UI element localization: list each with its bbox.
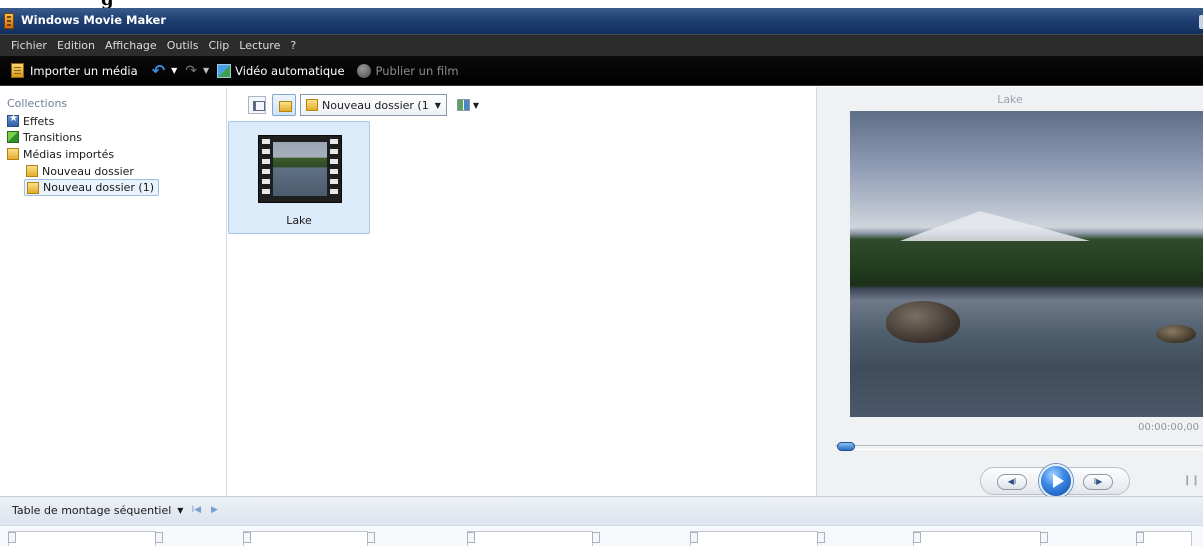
publish-label: Publier un film (375, 63, 459, 78)
menu-clip[interactable]: Clip (208, 39, 229, 52)
folder-select[interactable]: Nouveau dossier (1 ▼ (300, 94, 447, 116)
storyboard-view-selector[interactable]: Table de montage séquentiel (12, 504, 171, 517)
menu-fichier[interactable]: Fichier (11, 39, 47, 52)
play-storyboard-icon[interactable]: ▶ (211, 505, 218, 515)
publish-movie-button[interactable]: Publier un film (345, 63, 459, 78)
tree-item-transitions[interactable]: Transitions (7, 129, 86, 145)
storyboard-slot[interactable] (1136, 531, 1192, 546)
preview-title: Lake (997, 93, 1023, 106)
storyboard-slot[interactable] (8, 531, 163, 546)
preview-pane: Lake 00:00:00,00 ◀I I▶ ❙❙ (816, 87, 1203, 498)
view-options-button[interactable]: ▼ (456, 99, 480, 111)
auto-movie-button[interactable]: Vidéo automatique (209, 63, 345, 78)
preview-video-frame (850, 111, 1203, 417)
play-button[interactable] (1039, 464, 1073, 498)
up-folder-button[interactable] (272, 94, 296, 116)
import-media-button[interactable]: Importer un média (11, 63, 138, 78)
thumbnails-icon (456, 99, 470, 111)
storyboard-slot[interactable] (690, 531, 825, 546)
folder-icon (306, 99, 318, 111)
storyboard-slot[interactable] (467, 531, 600, 546)
storyboard-slot[interactable] (913, 531, 1048, 546)
effects-icon (7, 113, 19, 127)
tree-item-label: Effets (23, 114, 55, 128)
window-title: Windows Movie Maker (21, 13, 167, 27)
seek-bar[interactable] (835, 445, 1203, 450)
seek-bar-handle[interactable] (837, 442, 855, 451)
playback-controls: ◀I I▶ (980, 464, 1130, 498)
film-strip-thumbnail (258, 135, 342, 203)
playback-time: 00:00:00,00 (1138, 422, 1199, 433)
collections-pane: Collections Effets Transitions Médias im… (0, 87, 227, 496)
chevron-down-icon[interactable]: ▼ (177, 506, 183, 515)
split-clip-icon[interactable]: ❙❙ (1183, 475, 1200, 487)
storyboard-slot[interactable] (243, 531, 375, 546)
transitions-icon (7, 131, 19, 143)
contents-toolbar: Nouveau dossier (1 ▼ ▼ (248, 93, 479, 117)
auto-movie-icon (217, 63, 232, 78)
rewind-storyboard-icon[interactable]: I◀ (191, 505, 201, 515)
import-icon (11, 63, 24, 78)
chevron-down-icon: ▼ (434, 100, 441, 110)
publish-icon (356, 63, 371, 78)
folder-select-value: Nouveau dossier (1 (322, 98, 429, 112)
tree-item-label: Nouveau dossier (42, 164, 134, 178)
tree-item-new-folder-1[interactable]: Nouveau dossier (1) (24, 179, 160, 196)
undo-dropdown-chevron-icon[interactable]: ▼ (171, 66, 177, 75)
import-label: Importer un média (30, 63, 138, 78)
clip-thumbnail-image (273, 142, 327, 196)
storyboard-pane: Table de montage séquentiel ▼ I◀ ▶ (0, 496, 1203, 546)
tree-item-label: Transitions (23, 130, 82, 144)
menu-outils[interactable]: Outils (167, 39, 199, 52)
clip-label: Lake (286, 214, 312, 227)
contents-pane: Nouveau dossier (1 ▼ ▼ Lake (228, 87, 816, 496)
folder-icon (26, 165, 38, 177)
next-frame-button[interactable]: I▶ (1083, 474, 1113, 490)
undo-icon[interactable]: ↶ (152, 61, 165, 80)
folder-icon (27, 181, 39, 194)
menu-bar: Fichier Edition Affichage Outils Clip Le… (0, 34, 1203, 56)
collections-header: Collections (7, 97, 68, 110)
tree-item-effects[interactable]: Effets (7, 113, 58, 129)
menu-help[interactable]: ? (290, 39, 296, 52)
tree-item-imported-media[interactable]: Médias importés (7, 146, 118, 162)
menu-lecture[interactable]: Lecture (239, 39, 280, 52)
show-collections-pane-button[interactable] (248, 96, 266, 114)
title-bar: Windows Movie Maker (0, 8, 1203, 34)
previous-frame-button[interactable]: ◀I (997, 474, 1027, 490)
tree-item-label: Nouveau dossier (1) (43, 181, 155, 194)
tree-item-new-folder[interactable]: Nouveau dossier (26, 163, 138, 179)
storyboard-toolbar: Table de montage séquentiel ▼ I◀ ▶ (0, 497, 1203, 523)
tree-item-label: Médias importés (23, 147, 115, 161)
window-control-edge[interactable] (1199, 15, 1203, 29)
movie-maker-app-icon (4, 13, 14, 29)
menu-edition[interactable]: Edition (57, 39, 95, 52)
main-toolbar: Importer un média ↶ ▼ ↷ ▼ Vidéo automati… (0, 56, 1203, 86)
menu-affichage[interactable]: Affichage (105, 39, 157, 52)
storyboard-track (0, 525, 1203, 546)
clip-item-lake[interactable]: Lake (228, 121, 370, 234)
folder-icon (7, 148, 19, 160)
chevron-down-icon: ▼ (472, 100, 480, 110)
page-heading-fragment: g (0, 0, 1203, 8)
auto-movie-label: Vidéo automatique (235, 63, 345, 78)
redo-icon[interactable]: ↷ (185, 63, 197, 79)
